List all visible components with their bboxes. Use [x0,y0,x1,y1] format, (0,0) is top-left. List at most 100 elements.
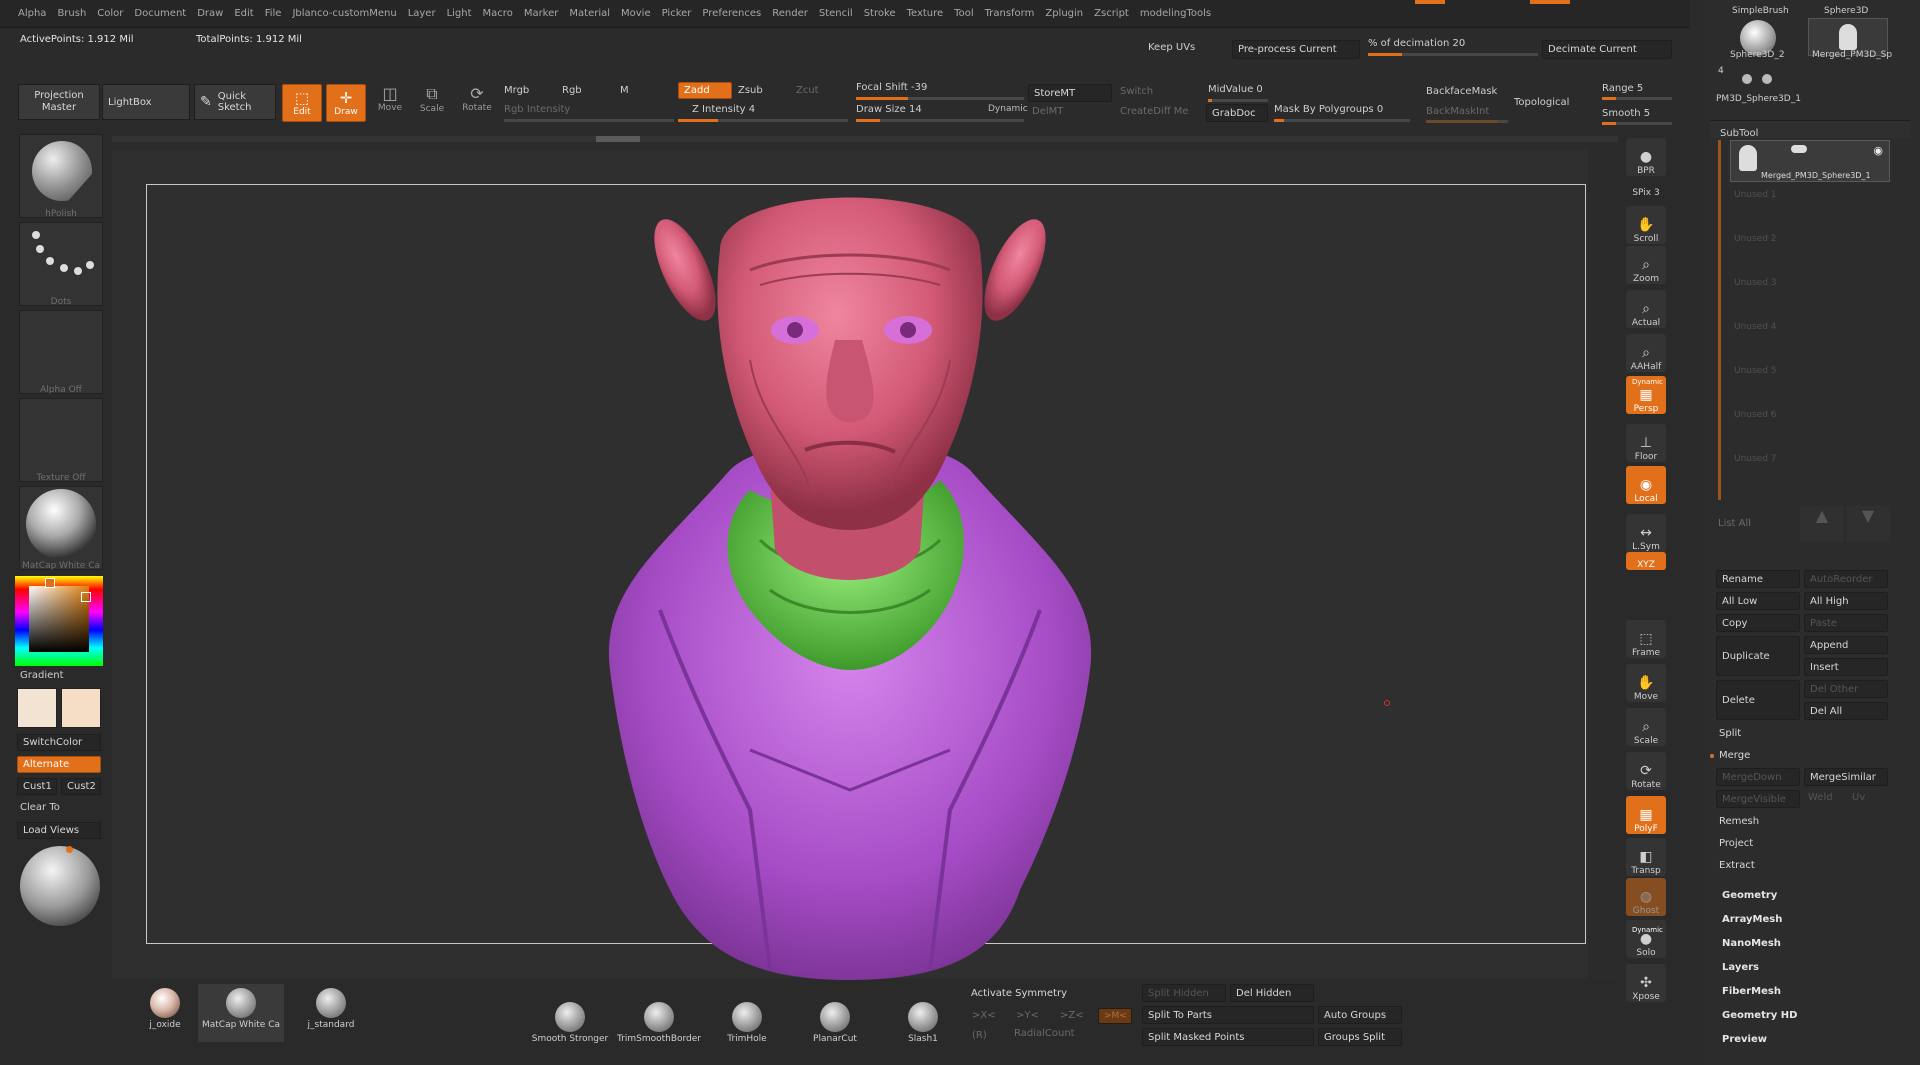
subtool-header[interactable]: SubTool [1710,120,1910,139]
shelf-xyz-button[interactable]: XYZ [1626,552,1666,570]
visibility-icon[interactable]: ◉ [1873,144,1883,157]
menu-light[interactable]: Light [447,8,472,19]
projection-master-button[interactable]: Projection Master [18,84,100,120]
brush-trimhole[interactable]: TrimHole [704,998,790,1056]
brush-slash1[interactable]: Slash1 [880,998,966,1056]
secondary-color-swatch[interactable] [61,688,101,728]
move-button[interactable]: ◫ Move [372,84,408,122]
subtool-active-item[interactable]: ◉ Merged_PM3D_Sphere3D_1 [1730,140,1890,182]
shelf-frame-button[interactable]: ⬚ Frame [1626,620,1666,658]
rename-button[interactable]: Rename [1716,570,1800,588]
menu-edit[interactable]: Edit [234,8,253,19]
split-hidden-button[interactable]: Split Hidden [1142,984,1226,1002]
shelf-rotate-button[interactable]: ⟳ Rotate [1626,752,1666,790]
shelf-l-sym-button[interactable]: ↔ L.Sym [1626,514,1666,552]
menu-material[interactable]: Material [569,8,610,19]
decimation-percent-slider[interactable]: % of decimation 20 [1368,38,1465,49]
menu-layer[interactable]: Layer [408,8,436,19]
split-subpalette[interactable]: Split [1714,724,1890,742]
symmetry-m[interactable]: >M< [1098,1008,1132,1024]
draw-size-slider[interactable]: Draw Size 14 [856,104,922,115]
dynamic-toggle[interactable]: Dynamic [988,104,1028,114]
radial-toggle[interactable]: (R) [972,1030,987,1041]
cust1-button[interactable]: Cust1 [17,778,57,795]
menu-jblanco-custommenu[interactable]: Jblanco-customMenu [292,8,396,19]
shelf-floor-button[interactable]: ⊥ Floor [1626,424,1666,462]
subtool-empty-slot[interactable]: Unused 1 [1726,186,1890,228]
menu-draw[interactable]: Draw [197,8,223,19]
zcut-toggle[interactable]: Zcut [796,85,819,96]
move-down-arrow-icon[interactable]: ▼ [1846,506,1890,542]
shelf-aahalf-button[interactable]: ⌕ AAHalf [1626,334,1666,372]
symmetry-z[interactable]: >Z< [1060,1010,1084,1021]
lightbox-button[interactable]: LightBox [102,84,190,120]
grabdoc-button[interactable]: GrabDoc [1206,104,1268,122]
remesh-subpalette[interactable]: Remesh [1714,812,1890,830]
autoreorder-button[interactable]: AutoReorder [1804,570,1888,588]
color-picker[interactable] [15,576,103,666]
symmetry-y[interactable]: >Y< [1016,1010,1039,1021]
delete-button[interactable]: Delete [1716,680,1800,720]
backmaskint-slider[interactable]: BackMaskInt [1426,106,1489,117]
menu-marker[interactable]: Marker [524,8,559,19]
menu-modelingtools[interactable]: modelingTools [1140,8,1211,19]
brush-trimsmoothborder[interactable]: TrimSmoothBorder [616,998,702,1056]
del-all-button[interactable]: Del All [1804,702,1888,720]
move-up-arrow-icon[interactable]: ▲ [1800,506,1844,542]
rgb-toggle[interactable]: Rgb [562,85,582,96]
palette-layers[interactable]: Layers [1722,962,1759,973]
brush-smooth-stronger[interactable]: Smooth Stronger [527,998,613,1056]
subtool-empty-slot[interactable]: Unused 5 [1726,362,1890,404]
simplebrush-tool[interactable]: SimpleBrush [1732,6,1789,16]
topological-toggle[interactable]: Topological [1514,97,1569,108]
edit-button[interactable]: ⬚ Edit [282,84,322,122]
backfacemask-toggle[interactable]: BackfaceMask [1426,86,1497,97]
mergedown-button[interactable]: MergeDown [1716,768,1800,786]
symmetry-x[interactable]: >X< [972,1010,996,1021]
list-all-button[interactable]: List All [1718,518,1751,529]
storemt-button[interactable]: StoreMT [1028,84,1112,102]
all-low-button[interactable]: All Low [1716,592,1800,610]
stroke-selector[interactable]: Dots [19,222,103,307]
subtool-empty-slot[interactable]: Unused 4 [1726,318,1890,360]
palette-geometry[interactable]: Geometry [1722,890,1777,901]
menu-stroke[interactable]: Stroke [864,8,896,19]
quick-sketch-button[interactable]: ✎ Quick Sketch [194,84,276,120]
split-to-parts-button[interactable]: Split To Parts [1142,1006,1314,1024]
auto-groups-button[interactable]: Auto Groups [1318,1006,1402,1024]
shelf-move-button[interactable]: ✋ Move [1626,664,1666,702]
menu-stencil[interactable]: Stencil [819,8,853,19]
main-color-swatch[interactable] [17,688,57,728]
copy-button[interactable]: Copy [1716,614,1800,632]
focal-shift-slider[interactable]: Focal Shift -39 [856,82,927,93]
menu-file[interactable]: File [265,8,282,19]
small-sphere-2[interactable] [1762,74,1772,84]
subtool-empty-slot[interactable]: Unused 6 [1726,406,1890,448]
menu-tool[interactable]: Tool [954,8,973,19]
shelf-zoom-button[interactable]: ⌕ Zoom [1626,246,1666,284]
shelf-scale-button[interactable]: ⌕ Scale [1626,708,1666,746]
menu-picker[interactable]: Picker [662,8,692,19]
shelf-spix-3-button[interactable]: SPix 3 [1626,180,1666,198]
draw-button[interactable]: ✛ Draw [326,84,366,122]
load-views-button[interactable]: Load Views [17,822,101,839]
groups-split-button[interactable]: Groups Split [1318,1028,1402,1046]
cust2-button[interactable]: Cust2 [61,778,101,795]
append-button[interactable]: Append [1804,636,1888,654]
del-other-button[interactable]: Del Other [1804,680,1888,698]
creatediff-button[interactable]: CreateDiff Me [1120,106,1189,117]
switch-color-button[interactable]: SwitchColor [17,734,101,751]
paste-button[interactable]: Paste [1804,614,1888,632]
palette-preview[interactable]: Preview [1722,1034,1767,1045]
decimate-current-button[interactable]: Decimate Current [1542,40,1672,59]
mergesimilar-button[interactable]: MergeSimilar [1804,768,1888,786]
mrgb-toggle[interactable]: Mrgb [504,85,529,96]
insert-button[interactable]: Insert [1804,658,1888,676]
shelf-ghost-button[interactable]: ◍ Ghost [1626,878,1666,916]
zadd-toggle[interactable]: Zadd [678,82,732,99]
brush-planarcut[interactable]: PlanarCut [792,998,878,1056]
shelf-xpose-button[interactable]: ✣ Xpose [1626,964,1666,1002]
palette-fibermesh[interactable]: FiberMesh [1722,986,1781,997]
range-slider[interactable]: Range 5 [1602,83,1643,94]
switch-button[interactable]: Switch [1120,86,1153,97]
